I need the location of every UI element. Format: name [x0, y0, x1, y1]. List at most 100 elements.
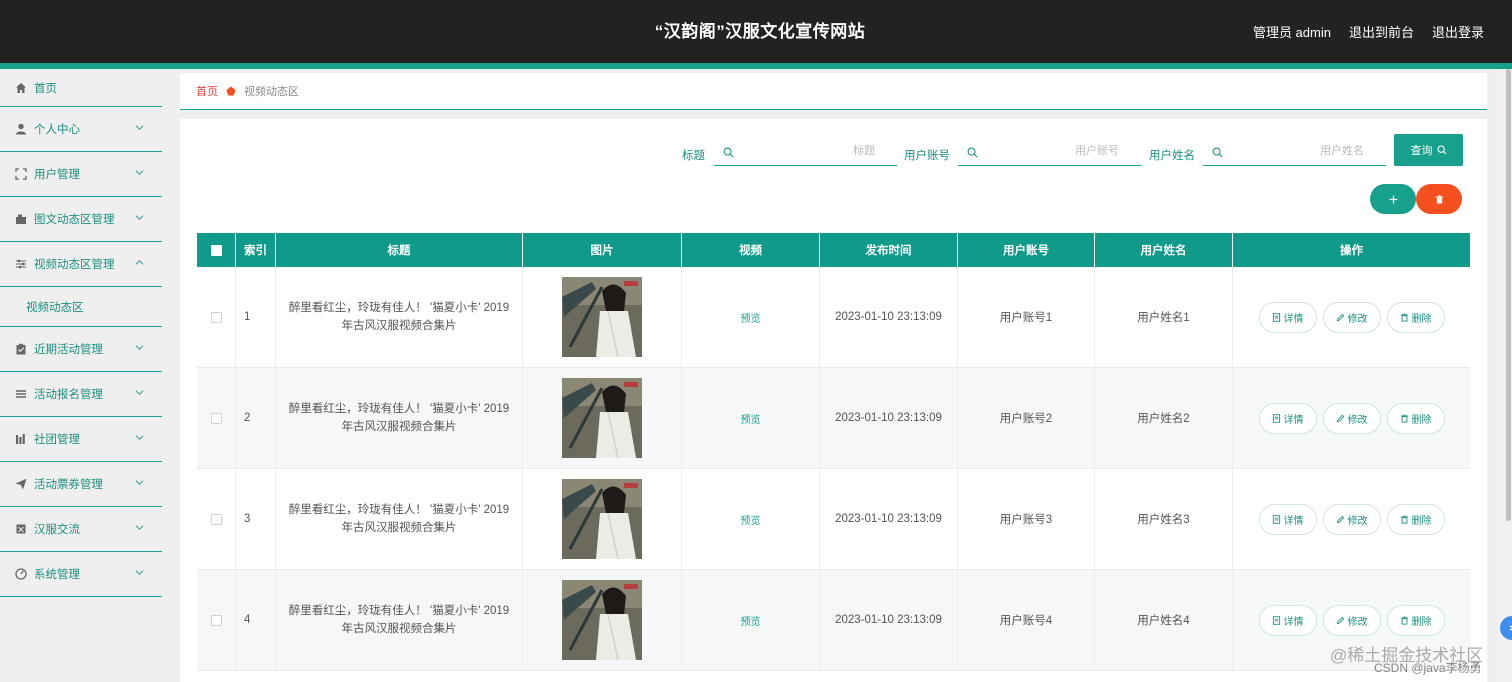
row-checkbox[interactable] — [210, 311, 222, 323]
video-table: 索引 标题 图片 视频 发布时间 用户账号 用户姓名 操作 1 醉里看红尘，玲珑… — [197, 233, 1470, 671]
breadcrumb-home[interactable]: 首页 — [196, 83, 218, 99]
clipboard-icon — [14, 343, 27, 356]
select-all-checkbox[interactable] — [210, 244, 222, 256]
sidebar: 首页 个人中心 用户管理 图文动态区管理 视频动态区管理 视频动态区 近期活动管… — [0, 69, 162, 682]
delete-button[interactable]: 删除 — [1386, 604, 1445, 636]
video-preview-link[interactable]: 预览 — [741, 310, 761, 325]
detail-label: 详情 — [1283, 313, 1304, 325]
edit-button[interactable]: 修改 — [1322, 402, 1381, 434]
edit-button[interactable]: 修改 — [1322, 301, 1381, 333]
video-preview-link[interactable]: 预览 — [741, 613, 761, 628]
chevron-down-icon — [135, 215, 144, 220]
exit-to-front-link[interactable]: 退出到前台 — [1349, 22, 1414, 41]
chevron-down-icon — [135, 390, 144, 395]
row-checkbox-cell — [197, 267, 236, 367]
list-icon — [14, 388, 27, 401]
column-header-user-name: 用户姓名 — [1095, 233, 1233, 267]
edit-button[interactable]: 修改 — [1322, 604, 1381, 636]
header-links: 管理员 admin 退出到前台 退出登录 — [1253, 0, 1484, 63]
pencil-icon — [1336, 616, 1344, 624]
detail-button[interactable]: 详情 — [1258, 604, 1317, 636]
sidebar-item-activity-signup-management[interactable]: 活动报名管理 — [0, 372, 162, 417]
hanfu-thumbnail-image — [562, 378, 642, 458]
sidebar-item-ticket-management[interactable]: 活动票券管理 — [0, 462, 162, 507]
sidebar-item-personal-center[interactable]: 个人中心 — [0, 107, 162, 152]
breadcrumb: 首页 视频动态区 — [180, 73, 1487, 110]
detail-button[interactable]: 详情 — [1258, 503, 1317, 535]
search-icon — [723, 147, 734, 158]
pencil-icon — [1336, 515, 1344, 523]
box-icon — [14, 523, 27, 536]
video-preview-link[interactable]: 预览 — [741, 512, 761, 527]
video-preview-link[interactable]: 预览 — [741, 411, 761, 426]
row-publish-time: 2023-01-10 23:13:09 — [820, 267, 958, 367]
sidebar-item-user-management[interactable]: 用户管理 — [0, 152, 162, 197]
document-icon — [1272, 312, 1280, 322]
search-title-field — [714, 136, 897, 166]
detail-button[interactable]: 详情 — [1258, 402, 1317, 434]
sidebar-item-image-text-management[interactable]: 图文动态区管理 — [0, 197, 162, 242]
table-header: 索引 标题 图片 视频 发布时间 用户账号 用户姓名 操作 — [197, 233, 1470, 267]
sidebar-subitem-video-area[interactable]: 视频动态区 — [0, 287, 162, 327]
table-body: 1 醉里看红尘，玲珑有佳人！ '猫夏小卡' 2019年古风汉服视频合集片 预览 … — [197, 267, 1470, 671]
pencil-icon — [1336, 313, 1344, 321]
row-index: 3 — [236, 469, 276, 569]
logout-link[interactable]: 退出登录 — [1432, 22, 1484, 41]
delete-button[interactable]: 删除 — [1386, 503, 1445, 535]
sidebar-item-hanfu-exchange[interactable]: 汉服交流 — [0, 507, 162, 552]
table-row: 4 醉里看红尘，玲珑有佳人！ '猫夏小卡' 2019年古风汉服视频合集片 预览 … — [197, 570, 1470, 671]
row-checkbox-cell — [197, 469, 236, 569]
sidebar-item-label: 汉服交流 — [34, 524, 80, 536]
row-user-account: 用户账号3 — [958, 469, 1095, 569]
row-video-cell: 预览 — [682, 368, 820, 468]
row-checkbox[interactable] — [210, 614, 222, 626]
detail-button[interactable]: 详情 — [1258, 301, 1317, 333]
row-checkbox[interactable] — [210, 412, 222, 424]
delete-label: 删除 — [1411, 313, 1432, 325]
sidebar-item-home[interactable]: 首页 — [0, 69, 162, 107]
delete-label: 删除 — [1411, 616, 1432, 628]
page-scrollbar-thumb[interactable] — [1506, 69, 1511, 521]
watermark-csdn: CSDN @java李杨勇 — [1374, 661, 1482, 675]
search-account-label: 用户账号 — [904, 150, 950, 162]
sidebar-item-club-management[interactable]: 社团管理 — [0, 417, 162, 462]
sidebar-item-system-management[interactable]: 系统管理 — [0, 552, 162, 597]
header-checkbox-cell — [197, 233, 236, 267]
sidebar-item-label: 首页 — [34, 82, 57, 95]
detail-label: 详情 — [1283, 515, 1304, 527]
query-button[interactable]: 查询 — [1394, 134, 1463, 166]
search-account-input[interactable] — [984, 142, 1119, 160]
hanfu-thumbnail-image — [562, 277, 642, 357]
sidebar-item-recent-activity-management[interactable]: 近期活动管理 — [0, 327, 162, 372]
sidebar-item-label: 活动报名管理 — [34, 389, 103, 401]
hanfu-thumbnail-image — [562, 580, 642, 660]
search-icon — [1436, 145, 1447, 155]
table-row: 2 醉里看红尘，玲珑有佳人！ '猫夏小卡' 2019年古风汉服视频合集片 预览 … — [197, 368, 1470, 469]
edit-label: 修改 — [1347, 313, 1368, 325]
sidebar-item-label: 个人中心 — [34, 124, 80, 136]
row-index: 2 — [236, 368, 276, 468]
row-checkbox[interactable] — [210, 513, 222, 525]
row-publish-time: 2023-01-10 23:13:09 — [820, 368, 958, 468]
search-title-input[interactable] — [740, 142, 875, 160]
table-row: 1 醉里看红尘，玲珑有佳人！ '猫夏小卡' 2019年古风汉服视频合集片 预览 … — [197, 267, 1470, 368]
edit-label: 修改 — [1347, 414, 1368, 426]
send-icon — [14, 478, 27, 491]
delete-button[interactable]: 删除 — [1386, 301, 1445, 333]
row-video-cell: 预览 — [682, 469, 820, 569]
search-icon — [967, 147, 978, 158]
user-icon — [14, 123, 27, 136]
delete-button[interactable]: 删除 — [1386, 402, 1445, 434]
edit-button[interactable]: 修改 — [1322, 503, 1381, 535]
sliders-icon — [14, 258, 27, 271]
batch-delete-button[interactable] — [1416, 184, 1462, 214]
sidebar-item-video-management[interactable]: 视频动态区管理 — [0, 242, 162, 287]
row-operations: 详情 修改 删除 — [1233, 368, 1470, 468]
pencil-icon — [1336, 414, 1344, 422]
sidebar-item-label: 社团管理 — [34, 434, 80, 446]
sidebar-item-label: 视频动态区管理 — [34, 259, 115, 271]
frame-icon — [14, 168, 27, 181]
search-name-input[interactable] — [1229, 142, 1364, 160]
main-panel: 标题 用户账号 用户姓名 查询 索引 标题 图片 视频 发布时间 用户账号 用户… — [180, 119, 1487, 682]
add-button[interactable] — [1370, 184, 1416, 214]
